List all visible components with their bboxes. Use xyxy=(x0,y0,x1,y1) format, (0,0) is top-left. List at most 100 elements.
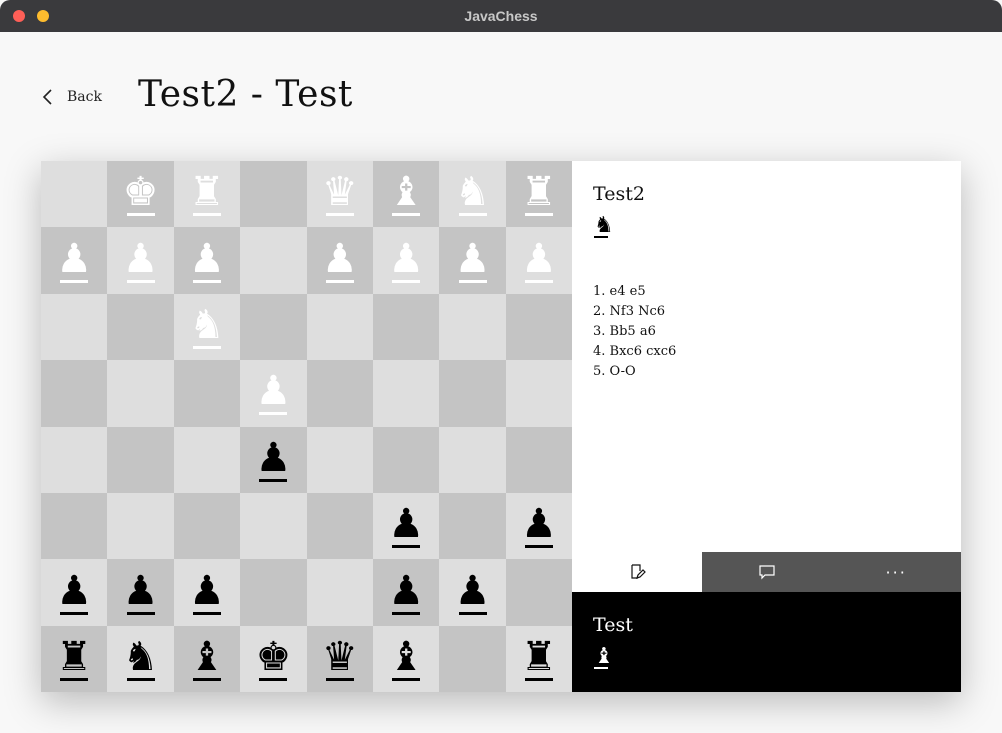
board-square[interactable]: ♟ xyxy=(107,559,174,626)
board-square[interactable]: ♟ xyxy=(240,360,307,427)
board-square[interactable]: ♟ xyxy=(173,559,241,626)
black-bishop-icon[interactable]: ♝ xyxy=(189,637,225,681)
black-knight-icon[interactable]: ♞ xyxy=(123,637,159,681)
black-pawn-icon[interactable]: ♟ xyxy=(56,571,92,615)
board-square[interactable]: ♝ xyxy=(372,161,440,228)
board-square[interactable]: ♟ xyxy=(372,492,440,560)
board-square[interactable]: ♛ xyxy=(306,625,373,693)
board-square[interactable]: ♟ xyxy=(372,227,440,294)
white-pawn-icon[interactable]: ♟ xyxy=(322,239,358,283)
white-rook-icon[interactable]: ♜ xyxy=(189,172,225,217)
black-pawn-icon[interactable]: ♟ xyxy=(521,504,557,549)
board-square[interactable]: ♟ xyxy=(173,227,241,294)
black-pawn-icon[interactable]: ♟ xyxy=(455,571,490,615)
black-pawn-icon[interactable]: ♟ xyxy=(388,504,424,549)
board-square[interactable]: ♟ xyxy=(41,227,108,294)
board-square[interactable] xyxy=(306,426,373,493)
board-square[interactable]: ♜ xyxy=(41,625,108,693)
board-square[interactable] xyxy=(41,293,108,361)
board-square[interactable] xyxy=(439,360,506,427)
white-queen-icon[interactable]: ♛ xyxy=(322,172,358,217)
board-square[interactable] xyxy=(372,360,440,427)
board-square[interactable] xyxy=(240,293,307,361)
board-square[interactable]: ♟ xyxy=(505,227,573,294)
board-square[interactable] xyxy=(41,426,108,493)
tab-more[interactable]: ··· xyxy=(831,552,962,592)
board-square[interactable]: ♞ xyxy=(439,161,506,228)
white-rook-icon[interactable]: ♜ xyxy=(521,172,557,217)
black-rook-icon[interactable]: ♜ xyxy=(56,637,92,681)
black-pawn-icon[interactable]: ♟ xyxy=(388,571,424,615)
back-button[interactable]: Back xyxy=(41,86,102,108)
black-rook-icon[interactable]: ♜ xyxy=(521,637,557,681)
board-square[interactable] xyxy=(439,426,506,493)
tab-chat[interactable] xyxy=(701,552,832,592)
board-square[interactable] xyxy=(306,492,373,560)
board-square[interactable] xyxy=(107,293,174,361)
board-square[interactable] xyxy=(505,293,573,361)
board-square[interactable] xyxy=(240,161,307,228)
board-square[interactable]: ♟ xyxy=(439,559,506,626)
white-pawn-icon[interactable]: ♟ xyxy=(521,239,557,283)
white-king-icon[interactable]: ♚ xyxy=(123,172,159,217)
board-square[interactable]: ♚ xyxy=(107,161,174,228)
board-square[interactable] xyxy=(173,426,241,493)
board-square[interactable]: ♟ xyxy=(107,227,174,294)
board-square[interactable] xyxy=(107,426,174,493)
chess-board[interactable]: ♚ ♜ ♛ ♝ ♞ ♜ ♟ ♟ ♟ ♟ ♟ ♟ ♟ ♞ ♟ ♟ ♟ ♟ ♟ ♟ ♟ ♟ ♟ ♜ ♞ ♝ ♚ ♛ ♝ ♜ xyxy=(41,161,573,693)
white-bishop-icon[interactable]: ♝ xyxy=(388,172,424,217)
board-square[interactable]: ♞ xyxy=(173,293,241,361)
black-pawn-icon[interactable]: ♟ xyxy=(123,571,159,615)
board-square[interactable] xyxy=(505,559,573,626)
board-square[interactable] xyxy=(372,426,440,493)
board-square[interactable] xyxy=(439,492,506,560)
black-pawn-icon[interactable]: ♟ xyxy=(189,571,225,615)
black-queen-icon[interactable]: ♛ xyxy=(322,637,358,681)
board-square[interactable] xyxy=(107,492,174,560)
white-pawn-icon[interactable]: ♟ xyxy=(255,371,291,416)
board-square[interactable] xyxy=(372,293,440,361)
board-square[interactable] xyxy=(306,559,373,626)
white-pawn-icon[interactable]: ♟ xyxy=(123,239,159,283)
board-square[interactable]: ♟ xyxy=(41,559,108,626)
board-square[interactable]: ♟ xyxy=(306,227,373,294)
board-square[interactable] xyxy=(439,625,506,693)
black-king-icon[interactable]: ♚ xyxy=(255,637,291,681)
board-square[interactable]: ♝ xyxy=(372,625,440,693)
board-square[interactable]: ♜ xyxy=(505,161,573,228)
white-pawn-icon[interactable]: ♟ xyxy=(388,239,424,283)
board-square[interactable]: ♟ xyxy=(372,559,440,626)
board-square[interactable]: ♟ xyxy=(439,227,506,294)
tab-notation[interactable] xyxy=(572,552,702,592)
board-square[interactable]: ♚ xyxy=(240,625,307,693)
board-square[interactable]: ♜ xyxy=(505,625,573,693)
board-square[interactable] xyxy=(505,426,573,493)
board-square[interactable] xyxy=(41,492,108,560)
board-square[interactable] xyxy=(240,227,307,294)
white-pawn-icon[interactable]: ♟ xyxy=(56,239,92,283)
board-square[interactable] xyxy=(439,293,506,361)
white-knight-icon[interactable]: ♞ xyxy=(189,305,225,349)
board-square[interactable] xyxy=(306,293,373,361)
board-square[interactable] xyxy=(41,360,108,427)
board-square[interactable] xyxy=(173,360,241,427)
board-square[interactable]: ♟ xyxy=(505,492,573,560)
white-knight-icon[interactable]: ♞ xyxy=(455,172,490,217)
black-pawn-icon[interactable]: ♟ xyxy=(255,438,291,482)
board-square[interactable]: ♛ xyxy=(306,161,373,228)
board-square[interactable]: ♜ xyxy=(173,161,241,228)
board-square[interactable] xyxy=(505,360,573,427)
move-entry: 1. e4 e5 xyxy=(593,284,646,299)
board-square[interactable] xyxy=(306,360,373,427)
black-bishop-icon[interactable]: ♝ xyxy=(388,637,424,681)
board-square[interactable] xyxy=(240,492,307,560)
white-pawn-icon[interactable]: ♟ xyxy=(455,239,490,283)
board-square[interactable] xyxy=(173,492,241,560)
board-square[interactable] xyxy=(240,559,307,626)
board-square[interactable] xyxy=(41,161,108,228)
board-square[interactable]: ♟ xyxy=(240,426,307,493)
board-square[interactable] xyxy=(107,360,174,427)
board-square[interactable]: ♞ xyxy=(107,625,174,693)
board-square[interactable]: ♝ xyxy=(173,625,241,693)
white-pawn-icon[interactable]: ♟ xyxy=(189,239,225,283)
